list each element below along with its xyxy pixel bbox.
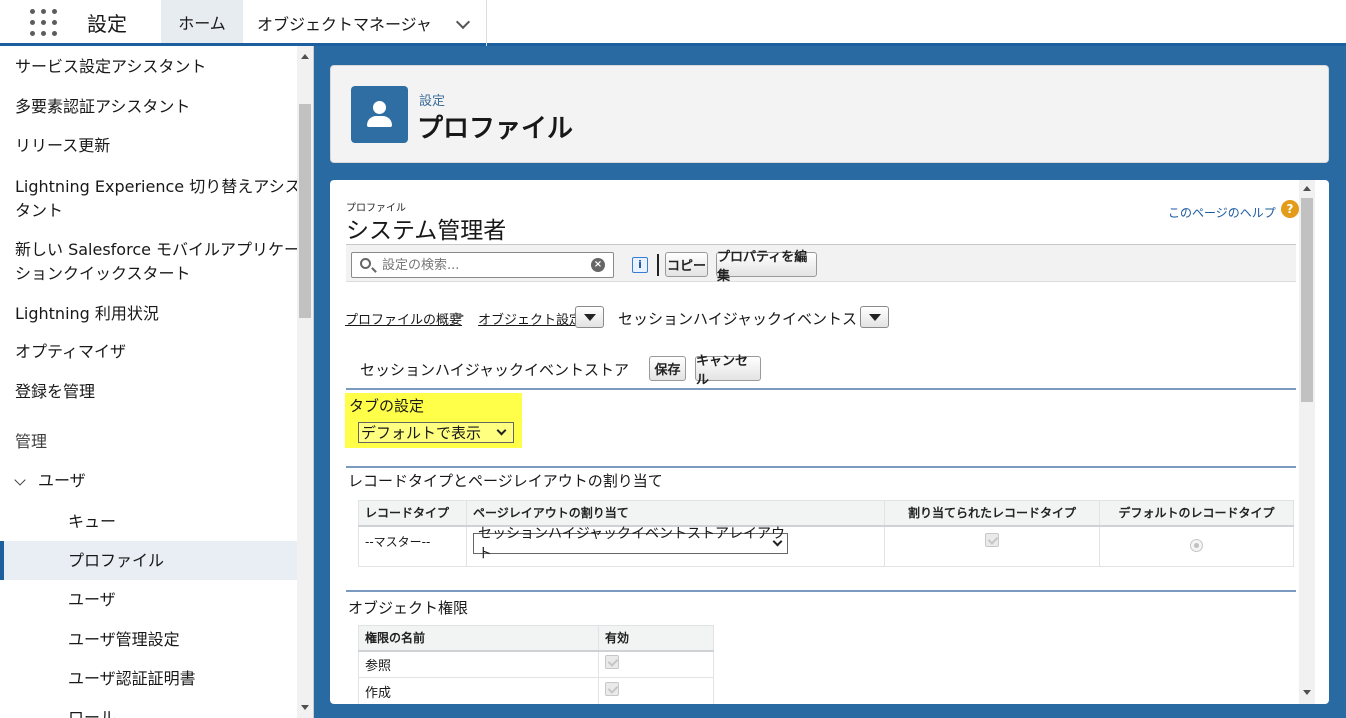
toolbar-separator [657, 254, 659, 276]
content-panel: プロファイル システム管理者 このページのヘルプ ? × i コピー プロパティ… [330, 180, 1329, 704]
page-title: プロファイル [417, 114, 574, 144]
table-row: 参照 [358, 650, 714, 678]
sidebar-item-profiles[interactable]: プロファイル [68, 549, 164, 573]
help-link[interactable]: このページのヘルプ [1168, 204, 1276, 221]
sidebar-item-mobile-quickstart-line1[interactable]: 新しい Salesforce モバイルアプリケー [15, 238, 300, 262]
object-permissions-title: オブジェクト権限 [348, 599, 469, 617]
permission-enabled-cell [598, 677, 714, 704]
sidebar-item-user-certificates[interactable]: ユーザ認証証明書 [68, 667, 196, 691]
page-layout-value: セッションハイジャックイベントストアレイアウト [478, 526, 786, 562]
table-row: 作成 [358, 677, 714, 704]
column-header: ページレイアウトの割り当て [466, 500, 885, 527]
sidebar-section-administration: 管理 [15, 432, 48, 451]
section-divider [346, 466, 1296, 468]
setup-sidebar: サービス設定アシスタント 多要素認証アシスタント リリース更新 Lightnin… [0, 46, 314, 718]
scroll-down-icon[interactable] [1303, 690, 1311, 695]
save-button[interactable]: 保存 [649, 356, 686, 381]
tab-setting-value: デフォルトで表示 [361, 424, 482, 442]
scroll-up-icon[interactable] [1303, 186, 1311, 191]
sidebar-item-lightning-transition-line1[interactable]: Lightning Experience 切り替えアシス [15, 175, 301, 199]
chevron-down-icon [496, 425, 507, 436]
help-icon[interactable]: ? [1281, 200, 1299, 218]
sidebar-scrollbar[interactable] [297, 46, 313, 718]
page-layout-select[interactable]: セッションハイジャックイベントストアレイアウト [473, 526, 788, 562]
sidebar-item-user-management-settings[interactable]: ユーザ管理設定 [68, 628, 180, 652]
assigned-record-type-checkbox[interactable] [985, 532, 999, 547]
object-permissions-table: 権限の名前 有効 参照 作成 [358, 625, 714, 704]
section-title: セッションハイジャックイベントストア [360, 361, 629, 379]
permission-name: 作成 [358, 677, 599, 704]
cancel-button[interactable]: キャンセル [695, 354, 761, 388]
scroll-down-icon[interactable] [301, 705, 309, 710]
sidebar-item-lightning-usage[interactable]: Lightning 利用状況 [15, 302, 159, 326]
sidebar-item-service-setup-assistant[interactable]: サービス設定アシスタント [15, 55, 206, 79]
sidebar-item-manage-subscriptions[interactable]: 登録を管理 [15, 380, 95, 404]
app-launcher-icon[interactable] [30, 9, 58, 37]
sidebar-item-mfa-assistant[interactable]: 多要素認証アシスタント [15, 95, 190, 119]
object-dropdown-button[interactable] [860, 306, 889, 328]
section-divider [346, 590, 1296, 592]
content-scrollbar[interactable] [1299, 180, 1315, 704]
page-header-eyebrow: 設定 [419, 94, 446, 109]
record-types-table: レコードタイプ ページレイアウトの割り当て 割り当てられたレコードタイプ デフォ… [358, 500, 1294, 567]
column-header: レコードタイプ [358, 500, 467, 527]
default-record-type-radio[interactable] [1190, 538, 1203, 552]
sidebar-scroll-thumb[interactable] [299, 104, 311, 318]
sidebar-group-users[interactable]: ユーザ [38, 469, 86, 493]
app-title: 設定 [87, 12, 127, 36]
breadcrumb-profile-overview[interactable]: プロファイルの概要 [345, 309, 462, 328]
sidebar-item-release-updates[interactable]: リリース更新 [15, 134, 110, 158]
copy-button[interactable]: コピー [665, 252, 708, 277]
column-header: 権限の名前 [358, 625, 599, 652]
sidebar-item-lightning-transition-line2[interactable]: タント [15, 199, 63, 223]
breadcrumb-separator: > [454, 309, 465, 324]
chevron-down-icon[interactable] [14, 474, 26, 486]
read-permission-checkbox[interactable] [605, 655, 619, 670]
sidebar-item-mobile-quickstart-line2[interactable]: ションクイックスタート [15, 262, 191, 286]
default-cell [1099, 525, 1294, 567]
global-header: 設定 ホーム オブジェクトマネージャ [0, 0, 1346, 46]
profile-title: システム管理者 [346, 218, 507, 244]
edit-properties-button[interactable]: プロパティを編集 [716, 250, 817, 284]
scroll-up-icon[interactable] [301, 54, 309, 59]
page-header: 設定 プロファイル [330, 65, 1329, 163]
clear-icon[interactable]: × [591, 258, 605, 272]
record-types-title: レコードタイプとページレイアウトの割り当て [348, 472, 663, 490]
tab-home[interactable]: ホーム [161, 0, 243, 46]
user-icon [351, 86, 408, 143]
sidebar-item-roles[interactable]: ロール [68, 706, 116, 718]
content-scroll-thumb[interactable] [1301, 198, 1313, 402]
table-row: --マスター-- セッションハイジャックイベントストアレイアウト [358, 525, 1294, 567]
info-icon[interactable]: i [632, 257, 648, 273]
search-box[interactable]: × [351, 252, 614, 278]
column-header: 割り当てられたレコードタイプ [884, 500, 1100, 527]
tab-setting-label: タブの設定 [349, 397, 425, 415]
section-divider [346, 388, 1296, 390]
permission-name: 参照 [358, 650, 599, 678]
record-type-cell: --マスター-- [358, 525, 467, 567]
sidebar-item-users[interactable]: ユーザ [68, 588, 116, 612]
column-header: デフォルトのレコードタイプ [1099, 500, 1294, 527]
object-settings-dropdown-button[interactable] [575, 306, 604, 328]
breadcrumb-object-settings[interactable]: オブジェクト設定 [478, 309, 582, 328]
layout-cell: セッションハイジャックイベントストアレイアウト [466, 525, 885, 567]
tab-object-manager-label: オブジェクトマネージャ [257, 15, 432, 34]
tab-setting-select[interactable]: デフォルトで表示 [358, 422, 514, 443]
chevron-down-icon[interactable] [455, 14, 471, 30]
sidebar-item-queues[interactable]: キュー [68, 510, 116, 534]
permission-enabled-cell [598, 650, 714, 678]
tab-object-manager[interactable]: オブジェクトマネージャ [243, 0, 487, 46]
search-icon [360, 258, 371, 269]
search-input[interactable] [382, 256, 582, 274]
breadcrumb-current-object: セッションハイジャックイベントストア [618, 310, 887, 328]
column-header: 有効 [598, 625, 714, 652]
create-permission-checkbox[interactable] [605, 682, 619, 696]
sidebar-item-optimizer[interactable]: オプティマイザ [15, 340, 126, 364]
assigned-cell [884, 525, 1100, 567]
